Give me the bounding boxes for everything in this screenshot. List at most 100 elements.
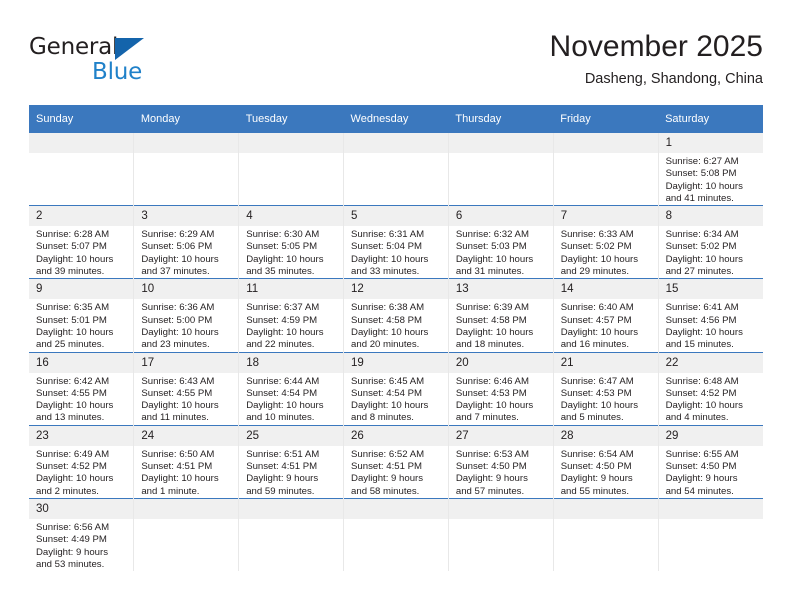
- calendar-day-cell[interactable]: 8 Sunrise: 6:34 AM Sunset: 5:02 PM Dayli…: [657, 205, 763, 279]
- day-details: Sunrise: 6:28 AM Sunset: 5:07 PM Dayligh…: [29, 226, 133, 278]
- day-number: 24: [134, 425, 239, 446]
- day-details: Sunrise: 6:47 AM Sunset: 4:53 PM Dayligh…: [554, 373, 658, 425]
- calendar-day-cell[interactable]: [133, 497, 239, 572]
- calendar-day-cell[interactable]: 27 Sunrise: 6:53 AM Sunset: 4:50 PM Dayl…: [447, 424, 554, 499]
- sunrise-text: Sunrise: 6:53 AM: [455, 448, 529, 460]
- calendar-day-cell[interactable]: 12 Sunrise: 6:38 AM Sunset: 4:58 PM Dayl…: [343, 278, 449, 353]
- daylight-text-line2: and 1 minute.: [141, 485, 200, 497]
- day-details: Sunrise: 6:56 AM Sunset: 4:49 PM Dayligh…: [29, 519, 133, 571]
- day-number: [29, 133, 134, 153]
- general-blue-logo[interactable]: General Blue: [29, 34, 229, 92]
- calendar-day-cell[interactable]: 9 Sunrise: 6:35 AM Sunset: 5:01 PM Dayli…: [29, 278, 134, 353]
- calendar-day-cell[interactable]: 26 Sunrise: 6:52 AM Sunset: 4:51 PM Dayl…: [343, 424, 449, 499]
- calendar-day-cell[interactable]: 7 Sunrise: 6:33 AM Sunset: 5:02 PM Dayli…: [552, 205, 659, 279]
- calendar-day-cell[interactable]: 25 Sunrise: 6:51 AM Sunset: 4:51 PM Dayl…: [238, 424, 344, 499]
- daylight-text-line2: and 57 minutes.: [455, 485, 525, 497]
- calendar-day-cell[interactable]: [447, 497, 554, 572]
- day-number: [344, 498, 448, 519]
- daylight-text-line1: Daylight: 10 hours: [246, 400, 324, 412]
- daylight-text-line2: and 59 minutes.: [246, 485, 315, 497]
- calendar-day-cell[interactable]: 21 Sunrise: 6:47 AM Sunset: 4:53 PM Dayl…: [552, 351, 659, 426]
- daylight-text-line2: and 27 minutes.: [665, 266, 734, 278]
- calendar-day-cell[interactable]: 5 Sunrise: 6:31 AM Sunset: 5:04 PM Dayli…: [343, 205, 449, 279]
- day-number: 22: [658, 352, 763, 373]
- day-number: 20: [448, 352, 553, 373]
- calendar-day-cell[interactable]: 18 Sunrise: 6:44 AM Sunset: 4:54 PM Dayl…: [238, 351, 344, 426]
- sunset-text: Sunset: 4:54 PM: [246, 387, 318, 399]
- calendar-week-row: 9 Sunrise: 6:35 AM Sunset: 5:01 PM Dayli…: [29, 278, 763, 353]
- calendar-day-cell[interactable]: 11 Sunrise: 6:37 AM Sunset: 4:59 PM Dayl…: [238, 278, 344, 353]
- calendar-day-cell[interactable]: 30 Sunrise: 6:56 AM Sunset: 4:49 PM Dayl…: [29, 497, 134, 572]
- day-number: 9: [29, 279, 134, 300]
- sunset-text: Sunset: 5:07 PM: [36, 241, 107, 253]
- day-details: Sunrise: 6:53 AM Sunset: 4:50 PM Dayligh…: [449, 446, 553, 498]
- calendar-day-cell[interactable]: 6 Sunrise: 6:32 AM Sunset: 5:03 PM Dayli…: [447, 205, 554, 279]
- calendar-day-cell[interactable]: [552, 133, 659, 206]
- daylight-text-line1: Daylight: 10 hours: [665, 180, 743, 192]
- daylight-text-line2: and 22 minutes.: [246, 339, 315, 351]
- logo-text-blue: Blue: [92, 59, 143, 85]
- calendar-body: 1 Sunrise: 6:27 AM Sunset: 5:08 PM Dayli…: [29, 133, 763, 572]
- calendar-day-cell[interactable]: [552, 497, 659, 572]
- sunset-text: Sunset: 5:02 PM: [560, 241, 632, 253]
- calendar-day-cell[interactable]: [29, 133, 134, 206]
- sunrise-text: Sunrise: 6:34 AM: [665, 229, 739, 241]
- day-number: [658, 498, 763, 519]
- daylight-text-line1: Daylight: 10 hours: [351, 326, 429, 338]
- calendar-day-cell[interactable]: 15 Sunrise: 6:41 AM Sunset: 4:56 PM Dayl…: [657, 278, 763, 353]
- daylight-text-line1: Daylight: 9 hours: [560, 473, 633, 485]
- calendar-day-cell[interactable]: 14 Sunrise: 6:40 AM Sunset: 4:57 PM Dayl…: [552, 278, 659, 353]
- calendar-day-cell[interactable]: 22 Sunrise: 6:48 AM Sunset: 4:52 PM Dayl…: [657, 351, 763, 426]
- weekday-header-wednesday: Wednesday: [343, 105, 449, 133]
- sunrise-text: Sunrise: 6:33 AM: [560, 229, 634, 241]
- calendar-day-cell[interactable]: 24 Sunrise: 6:50 AM Sunset: 4:51 PM Dayl…: [133, 424, 239, 499]
- calendar-day-cell[interactable]: 1 Sunrise: 6:27 AM Sunset: 5:08 PM Dayli…: [657, 133, 763, 206]
- day-number: 14: [553, 279, 658, 300]
- daylight-text-line2: and 33 minutes.: [351, 266, 420, 278]
- daylight-text-line2: and 5 minutes.: [560, 412, 624, 424]
- calendar-day-cell[interactable]: 23 Sunrise: 6:49 AM Sunset: 4:52 PM Dayl…: [29, 424, 134, 499]
- sunrise-text: Sunrise: 6:47 AM: [560, 375, 634, 387]
- sunset-text: Sunset: 5:08 PM: [665, 168, 737, 180]
- calendar-day-cell[interactable]: [657, 497, 763, 572]
- day-number: [448, 133, 553, 153]
- sunrise-text: Sunrise: 6:49 AM: [36, 448, 110, 460]
- sunrise-text: Sunrise: 6:55 AM: [665, 448, 739, 460]
- calendar-day-cell[interactable]: 29 Sunrise: 6:55 AM Sunset: 4:50 PM Dayl…: [657, 424, 763, 499]
- daylight-text-line1: Daylight: 9 hours: [36, 546, 108, 558]
- calendar-day-cell[interactable]: [447, 133, 554, 206]
- calendar-day-cell[interactable]: [133, 133, 239, 206]
- calendar-day-cell[interactable]: [343, 497, 449, 572]
- sunset-text: Sunset: 4:49 PM: [36, 534, 107, 546]
- calendar-day-cell[interactable]: 3 Sunrise: 6:29 AM Sunset: 5:06 PM Dayli…: [133, 205, 239, 279]
- calendar-day-cell[interactable]: 4 Sunrise: 6:30 AM Sunset: 5:05 PM Dayli…: [238, 205, 344, 279]
- sunrise-sunset-calendar: Sunday Monday Tuesday Wednesday Thursday…: [29, 105, 763, 572]
- calendar-day-cell[interactable]: [343, 133, 449, 206]
- calendar-day-cell[interactable]: 19 Sunrise: 6:45 AM Sunset: 4:54 PM Dayl…: [343, 351, 449, 426]
- day-number: 3: [134, 206, 239, 227]
- calendar-day-cell[interactable]: 17 Sunrise: 6:43 AM Sunset: 4:55 PM Dayl…: [133, 351, 239, 426]
- day-number: [553, 498, 658, 519]
- calendar-day-cell[interactable]: [238, 497, 344, 572]
- sunrise-text: Sunrise: 6:39 AM: [455, 302, 529, 314]
- day-number: 13: [448, 279, 553, 300]
- daylight-text-line2: and 41 minutes.: [665, 192, 734, 204]
- day-number: 21: [553, 352, 658, 373]
- calendar-day-cell[interactable]: 28 Sunrise: 6:54 AM Sunset: 4:50 PM Dayl…: [552, 424, 659, 499]
- daylight-text-line1: Daylight: 10 hours: [141, 253, 219, 265]
- day-details: Sunrise: 6:51 AM Sunset: 4:51 PM Dayligh…: [239, 446, 343, 498]
- day-number: 26: [344, 425, 448, 446]
- daylight-text-line1: Daylight: 10 hours: [665, 253, 743, 265]
- calendar-day-cell[interactable]: 20 Sunrise: 6:46 AM Sunset: 4:53 PM Dayl…: [447, 351, 554, 426]
- calendar-day-cell[interactable]: 13 Sunrise: 6:39 AM Sunset: 4:58 PM Dayl…: [447, 278, 554, 353]
- day-number: 18: [239, 352, 344, 373]
- calendar-day-cell[interactable]: 16 Sunrise: 6:42 AM Sunset: 4:55 PM Dayl…: [29, 351, 134, 426]
- daylight-text-line1: Daylight: 10 hours: [141, 473, 219, 485]
- daylight-text-line2: and 37 minutes.: [141, 266, 210, 278]
- calendar-day-cell[interactable]: 2 Sunrise: 6:28 AM Sunset: 5:07 PM Dayli…: [29, 205, 134, 279]
- weekday-header-friday: Friday: [553, 105, 659, 133]
- calendar-week-row: 1 Sunrise: 6:27 AM Sunset: 5:08 PM Dayli…: [29, 133, 763, 206]
- calendar-day-cell[interactable]: 10 Sunrise: 6:36 AM Sunset: 5:00 PM Dayl…: [133, 278, 239, 353]
- calendar-day-cell[interactable]: [238, 133, 344, 206]
- day-number: 30: [29, 498, 134, 519]
